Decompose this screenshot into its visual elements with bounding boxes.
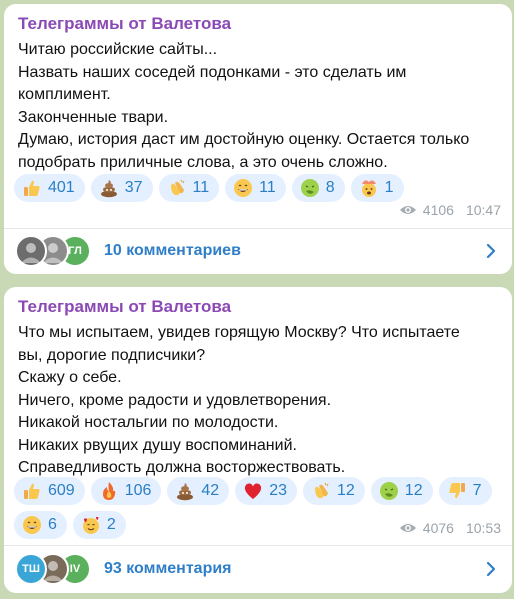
reaction-count: 37 bbox=[124, 179, 143, 196]
reaction-count: 42 bbox=[201, 482, 220, 499]
message-meta: 4106 10:47 bbox=[399, 202, 501, 218]
message-line: Никакой ностальгии по молодости. bbox=[18, 414, 279, 431]
photo-avatar-1 bbox=[15, 235, 47, 267]
poop-icon bbox=[175, 481, 195, 501]
reaction-count: 7 bbox=[472, 482, 482, 499]
grinning-face-icon bbox=[22, 515, 42, 535]
channel-name[interactable]: Телеграммы от Валетова bbox=[18, 14, 231, 34]
nauseated-face-icon bbox=[379, 481, 399, 501]
commenter-avatars: ТШ IV bbox=[15, 553, 95, 585]
reaction-chip[interactable]: 23 bbox=[235, 477, 297, 505]
reaction-count: 609 bbox=[48, 482, 75, 499]
message-line: Читаю российские сайты... bbox=[18, 41, 218, 58]
thumbs-up-icon bbox=[22, 178, 42, 198]
reaction-count: 2 bbox=[106, 516, 116, 533]
channel-post: Телеграммы от Валетова Что мы испытаем, … bbox=[4, 287, 512, 593]
red-heart-icon bbox=[243, 481, 263, 501]
thumbs-down-icon bbox=[447, 481, 467, 501]
reaction-chip[interactable]: 609 bbox=[14, 477, 85, 505]
reaction-chip[interactable]: 1 bbox=[350, 174, 404, 202]
message-time: 10:47 bbox=[465, 202, 501, 218]
message-time: 10:53 bbox=[465, 520, 501, 536]
clapping-hands-icon bbox=[311, 481, 331, 501]
reaction-count: 11 bbox=[192, 179, 210, 196]
message-meta: 4076 10:53 bbox=[399, 520, 501, 536]
reaction-chip[interactable]: 401 bbox=[14, 174, 85, 202]
message-line: комплимент. bbox=[18, 86, 111, 103]
message-line: Законченные твари. bbox=[18, 108, 169, 126]
message-line: Никаких рвущих душу воспоминаний. bbox=[18, 436, 297, 454]
comments-count-label: 10 комментариев bbox=[104, 242, 241, 259]
message-line: Назвать наших соседей подонками - это сд… bbox=[18, 63, 407, 81]
channel-post: Телеграммы от Валетова Читаю российские … bbox=[4, 4, 512, 274]
message-line: подобрать приличные слова, а это очень с… bbox=[18, 153, 388, 171]
views-count: 4106 bbox=[422, 202, 454, 218]
reaction-chip[interactable]: 8 bbox=[291, 174, 345, 202]
reaction-chip[interactable]: 42 bbox=[167, 477, 230, 505]
message-line: вы, дорогие подписчики? bbox=[18, 346, 206, 364]
reaction-chip[interactable]: 7 bbox=[438, 477, 492, 505]
reaction-chip[interactable]: 37 bbox=[90, 174, 153, 202]
grinning-face-icon bbox=[233, 178, 253, 198]
chevron-right-icon bbox=[486, 561, 496, 577]
message-text: Читаю российские сайты... Назвать наших … bbox=[18, 39, 503, 174]
exploding-head-icon bbox=[359, 178, 379, 198]
reaction-chip[interactable]: 11 bbox=[225, 174, 286, 202]
reaction-count: 1 bbox=[384, 179, 394, 196]
comments-button[interactable]: ТШ IV 93 комментария bbox=[4, 546, 512, 592]
reaction-chip[interactable]: 12 bbox=[370, 477, 433, 505]
reaction-count: 23 bbox=[269, 482, 287, 499]
reaction-chip[interactable]: 11 bbox=[158, 174, 220, 202]
poop-icon bbox=[99, 178, 119, 198]
eye-icon bbox=[399, 206, 416, 214]
initials-avatar: ТШ bbox=[15, 553, 47, 585]
message-line: Ничего, кроме радости и удовлетворения. bbox=[18, 391, 332, 409]
reactions-bar: 401 37 11 11 8 1 bbox=[14, 174, 504, 202]
message-line: Что мы испытаем, увидев горящую Москву? … bbox=[18, 324, 460, 341]
thumbs-up-icon bbox=[22, 481, 42, 501]
views-count: 4076 bbox=[422, 520, 454, 536]
reaction-count: 11 bbox=[259, 179, 276, 196]
reaction-count: 6 bbox=[48, 516, 57, 533]
reaction-chip[interactable]: 12 bbox=[303, 477, 365, 505]
smiling-face-with-hearts-icon bbox=[81, 515, 101, 535]
reaction-count: 106 bbox=[124, 482, 152, 499]
reaction-chip[interactable]: 6 bbox=[14, 511, 67, 539]
eye-icon bbox=[399, 524, 416, 532]
reaction-count: 401 bbox=[48, 179, 75, 196]
message-line: Думаю, история даст им достойную оценку.… bbox=[18, 131, 470, 148]
reaction-count: 12 bbox=[337, 482, 355, 499]
reaction-count: 8 bbox=[325, 179, 335, 196]
fire-icon bbox=[99, 481, 119, 501]
nauseated-face-icon bbox=[300, 178, 320, 198]
message-line: Скажу о себе. bbox=[18, 369, 122, 386]
reaction-chip[interactable]: 106 bbox=[90, 477, 162, 505]
reaction-count: 12 bbox=[404, 482, 423, 499]
channel-name[interactable]: Телеграммы от Валетова bbox=[18, 297, 231, 317]
comments-count-label: 93 комментария bbox=[104, 560, 232, 577]
reaction-chip[interactable]: 2 bbox=[72, 511, 126, 539]
comments-button[interactable]: ГЛ 10 комментариев bbox=[4, 228, 512, 274]
clapping-hands-icon bbox=[167, 178, 187, 198]
commenter-avatars: ГЛ bbox=[15, 235, 95, 267]
message-text: Что мы испытаем, увидев горящую Москву? … bbox=[18, 322, 503, 480]
chevron-right-icon bbox=[486, 243, 496, 259]
